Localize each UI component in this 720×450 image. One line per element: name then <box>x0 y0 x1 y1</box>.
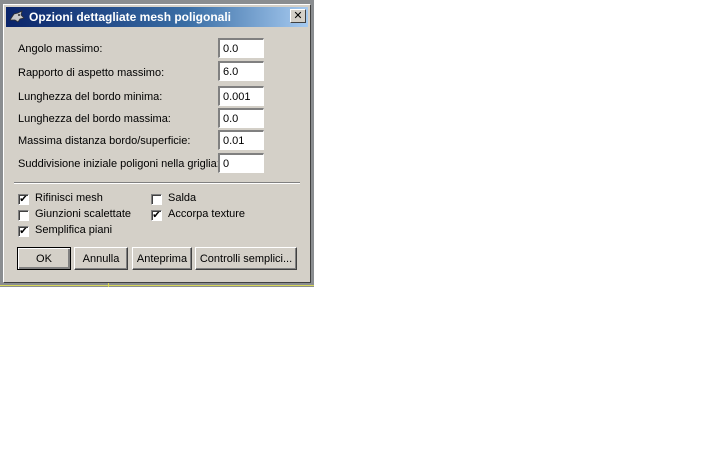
separator <box>14 182 300 184</box>
dialog-title: Opzioni dettagliate mesh poligonali <box>29 10 232 24</box>
checkmark-icon: ✔ <box>19 194 28 205</box>
max-angle-input[interactable] <box>218 38 264 58</box>
min-edge-length-input[interactable] <box>218 86 264 106</box>
preview-button[interactable]: Anteprima <box>132 247 192 270</box>
max-angle-label: Angolo massimo: <box>18 43 103 55</box>
weld-checkbox[interactable] <box>151 194 162 205</box>
close-icon: ✕ <box>293 10 303 22</box>
weld-label: Salda <box>168 192 197 204</box>
jagged-seams-checkbox[interactable] <box>18 210 29 221</box>
refine-mesh-label: Rifinisci mesh <box>35 192 103 204</box>
simple-planes-label: Semplifica piani <box>35 224 113 236</box>
simple-planes-checkbox[interactable]: ✔ <box>18 226 29 237</box>
rhino-icon <box>9 9 25 25</box>
max-aspect-ratio-label: Rapporto di aspetto massimo: <box>18 67 165 79</box>
refine-mesh-checkbox[interactable]: ✔ <box>18 194 29 205</box>
initial-grid-quads-input[interactable] <box>218 153 264 173</box>
checkmark-icon: ✔ <box>152 210 161 221</box>
mesh-options-dialog: Opzioni dettagliate mesh poligonali ✕ An… <box>3 4 311 283</box>
min-edge-length-label: Lunghezza del bordo minima: <box>18 91 163 103</box>
max-edge-surface-distance-label: Massima distanza bordo/superficie: <box>18 135 191 147</box>
pack-textures-label: Accorpa texture <box>168 208 246 220</box>
viewport-grid-line <box>0 285 314 286</box>
ok-button[interactable]: OK <box>17 247 71 270</box>
simple-controls-button[interactable]: Controlli semplici... <box>195 247 297 270</box>
max-edge-length-label: Lunghezza del bordo massima: <box>18 113 171 125</box>
cancel-button[interactable]: Annulla <box>74 247 128 270</box>
jagged-seams-label: Giunzioni scalettate <box>35 208 131 220</box>
close-button[interactable]: ✕ <box>290 9 306 23</box>
title-bar[interactable]: Opzioni dettagliate mesh poligonali ✕ <box>6 7 308 27</box>
initial-grid-quads-label: Suddivisione iniziale poligoni nella gri… <box>18 158 220 170</box>
max-edge-length-input[interactable] <box>218 108 264 128</box>
checkmark-icon: ✔ <box>19 226 28 237</box>
max-edge-surface-distance-input[interactable] <box>218 130 264 150</box>
pack-textures-checkbox[interactable]: ✔ <box>151 210 162 221</box>
max-aspect-ratio-input[interactable] <box>218 61 264 81</box>
viewport-grid-line <box>108 283 109 287</box>
